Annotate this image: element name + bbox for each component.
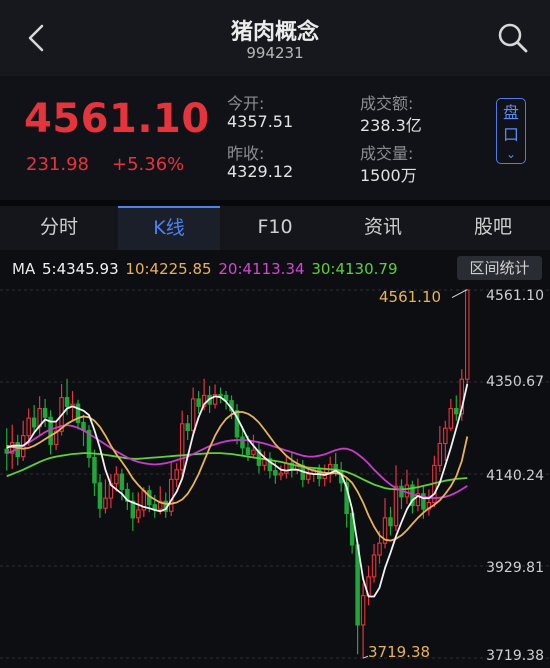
candle-body	[42, 407, 48, 418]
candle-body	[278, 472, 284, 476]
candle-body	[168, 478, 174, 512]
order-book-label-char: 盘	[502, 103, 519, 122]
candle-body	[371, 554, 377, 578]
order-book-label-char: 口	[502, 125, 519, 144]
candle-body	[273, 470, 278, 476]
candle-body	[26, 417, 31, 437]
candle-body	[152, 504, 158, 510]
candle-body	[185, 423, 190, 431]
kline-chart[interactable]: MA 5:4345.93 10:4225.85 20:4113.34 30:41…	[0, 250, 550, 668]
range-stats-button[interactable]: 区间统计	[457, 256, 542, 280]
high-price-label: 4561.10	[379, 288, 442, 306]
candle-body	[454, 407, 459, 415]
candle-body	[114, 473, 119, 485]
candle-body	[465, 289, 470, 380]
candle-body	[119, 473, 125, 490]
tab-intraday[interactable]: 分时	[0, 206, 118, 250]
quote-panel: 4561.10 231.98 +5.36% 今开: 4357.51 昨收: 43…	[0, 76, 550, 200]
turnover-value: 238.3亿	[360, 116, 422, 135]
candle-body	[218, 393, 223, 397]
candle-body	[306, 473, 311, 480]
candle-body	[284, 462, 289, 474]
volume-value: 1500万	[360, 166, 417, 185]
index-code: 994231	[246, 44, 304, 62]
low-price-label: 3719.38	[368, 643, 431, 661]
price-change: 231.98	[26, 154, 89, 175]
candle-body	[388, 517, 393, 527]
ma20-value: 20:4113.34	[218, 260, 305, 278]
turnover-label: 成交额:	[360, 94, 414, 113]
prev-close-value: 4329.12	[227, 162, 294, 181]
candle-body	[103, 497, 108, 509]
search-icon	[498, 23, 528, 53]
search-button[interactable]	[494, 18, 532, 58]
tab-f10[interactable]: F10	[220, 206, 330, 250]
candle-body	[64, 397, 70, 407]
candle-body	[174, 469, 179, 480]
tab-kline[interactable]: K线	[118, 206, 220, 250]
page-title: 猪肉概念	[230, 20, 319, 45]
candle-body	[31, 417, 37, 428]
candle-body	[196, 398, 201, 407]
y-tick-label: 4140.24	[486, 468, 544, 484]
y-tick-label: 4350.67	[486, 374, 544, 390]
last-price: 4561.10	[24, 96, 210, 142]
ma10-value: 10:4225.85	[125, 260, 212, 278]
candle-body	[448, 407, 454, 429]
open-value: 4357.51	[227, 112, 294, 131]
candle-body	[179, 423, 185, 471]
order-book-button[interactable]: 盘口 ⌄	[496, 98, 526, 164]
kline-plot[interactable]	[0, 250, 550, 668]
prev-close-label: 昨收:	[227, 144, 265, 163]
candle-body	[92, 456, 97, 484]
nav-bar: 猪肉概念 994231	[0, 0, 550, 76]
candle-body	[360, 595, 366, 626]
ma-label: MA	[12, 260, 36, 278]
candle-body	[190, 398, 196, 431]
tab-news[interactable]: 资讯	[330, 206, 436, 250]
open-label: 今开:	[227, 94, 265, 113]
candle-body	[136, 509, 141, 519]
candle-body	[75, 403, 81, 424]
order-book-label: 盘口	[497, 102, 525, 146]
candle-body	[245, 447, 251, 455]
y-tick-label: 4561.10	[486, 288, 544, 304]
candle-body	[377, 542, 382, 556]
candle-body	[240, 436, 245, 449]
high-leader-line	[451, 289, 468, 299]
y-tick-label: 3929.81	[486, 560, 544, 576]
y-tick-label: 3719.38	[486, 648, 544, 664]
tab-bar: 分时 K线 F10 资讯 股吧	[0, 206, 550, 250]
kline-screen: 猪肉概念 994231 4561.10 231.98 +5.36% 今开: 43…	[0, 0, 550, 668]
ma30-value: 30:4130.79	[311, 260, 398, 278]
ma5-value: 5:4345.93	[41, 260, 119, 278]
chevron-down-icon: ⌄	[505, 147, 517, 161]
candle-body	[404, 484, 410, 498]
ma-legend: MA 5:4345.93 10:4225.85 20:4113.34 30:41…	[12, 260, 399, 278]
volume-label: 成交量:	[360, 144, 414, 163]
candle-body	[393, 485, 399, 527]
candle-body	[437, 442, 443, 466]
ma30-line	[6, 452, 468, 491]
price-change-percent: +5.36%	[112, 154, 185, 175]
candle-body	[443, 427, 448, 445]
candle-body	[97, 482, 103, 509]
candle-body	[251, 449, 256, 455]
tab-forum[interactable]: 股吧	[436, 206, 550, 250]
